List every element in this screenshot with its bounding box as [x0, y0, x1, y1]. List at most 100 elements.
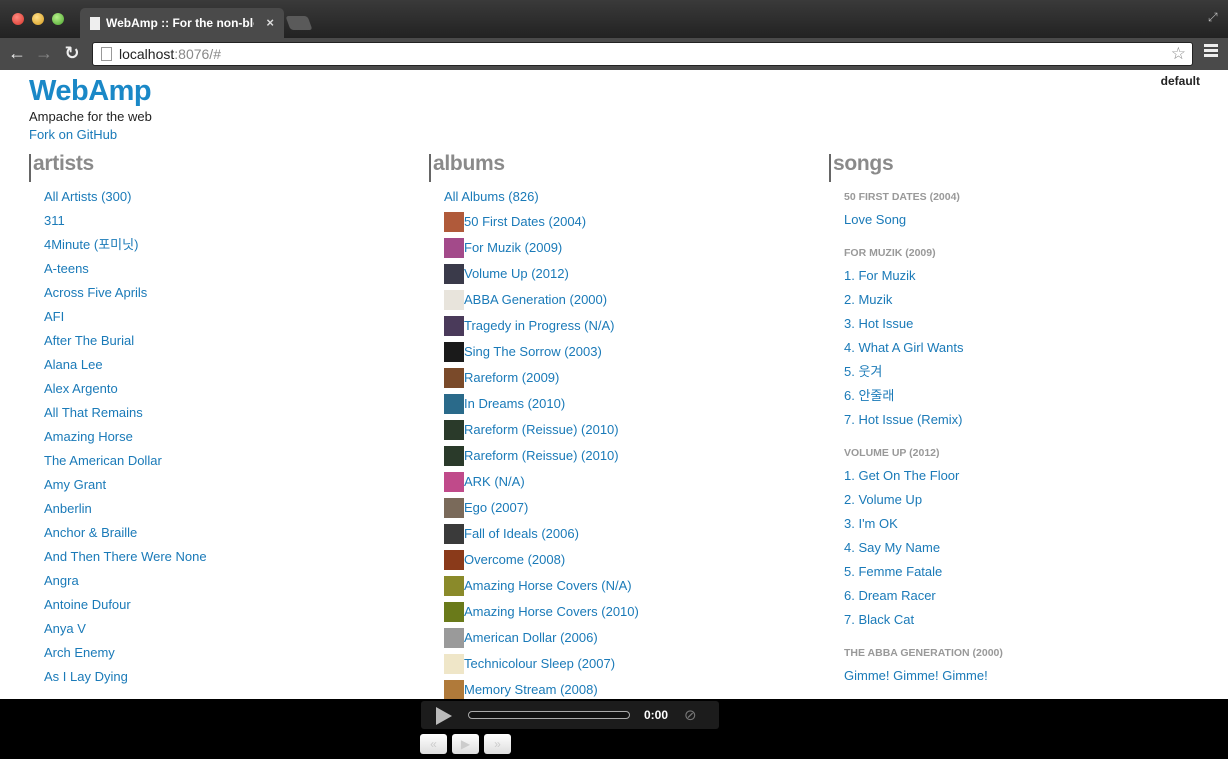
album-item[interactable]: Memory Stream (2008) [444, 680, 809, 699]
artist-item[interactable]: Across Five Aprils [44, 284, 409, 308]
artist-item[interactable]: Angra [44, 572, 409, 596]
hamburger-menu-icon[interactable] [1204, 44, 1218, 59]
artist-item[interactable]: A-teens [44, 260, 409, 284]
artist-item[interactable]: 311 [44, 212, 409, 236]
album-item[interactable]: Amazing Horse Covers (N/A) [444, 576, 809, 602]
song-item[interactable]: 4. What A Girl Wants [844, 339, 1209, 363]
song-item[interactable]: 2. Muzik [844, 291, 1209, 315]
album-item[interactable]: Fall of Ideals (2006) [444, 524, 809, 550]
album-cover-thumbnail [444, 628, 464, 648]
album-item[interactable]: ARK (N/A) [444, 472, 809, 498]
album-label: Tragedy in Progress (N/A) [464, 318, 615, 333]
artist-item[interactable]: 4Minute (포미닛) [44, 236, 409, 260]
album-label: Ego (2007) [464, 500, 529, 515]
back-arrow-icon[interactable]: ← [6, 42, 28, 64]
new-tab-button[interactable] [285, 16, 313, 30]
player-bar: 0:00 ⊘ « ▶ » [0, 699, 1228, 759]
album-item[interactable]: Amazing Horse Covers (2010) [444, 602, 809, 628]
artist-item[interactable]: AFI [44, 308, 409, 332]
artist-item[interactable]: Anya V [44, 620, 409, 644]
seek-bar[interactable] [468, 711, 630, 719]
next-track-button[interactable]: » [484, 734, 511, 754]
song-item[interactable]: 6. 안줄래 [844, 387, 1209, 411]
song-item[interactable]: 1. For Muzik [844, 267, 1209, 291]
song-item[interactable]: Gimme! Gimme! Gimme! [844, 667, 1209, 691]
album-cover-thumbnail [444, 316, 464, 336]
artist-item[interactable]: Antoine Dufour [44, 596, 409, 620]
album-item[interactable]: American Dollar (2006) [444, 628, 809, 654]
album-label: Technicolour Sleep (2007) [464, 656, 616, 671]
album-item[interactable]: In Dreams (2010) [444, 394, 809, 420]
song-item[interactable]: Love Song [844, 211, 1209, 235]
artist-item[interactable]: Anchor & Braille [44, 524, 409, 548]
album-item[interactable]: Sing The Sorrow (2003) [444, 342, 809, 368]
fork-on-github-link[interactable]: Fork on GitHub [29, 127, 117, 142]
artist-item[interactable]: And Then There Were None [44, 548, 409, 572]
song-item[interactable]: 5. Femme Fatale [844, 563, 1209, 587]
album-item[interactable]: Ego (2007) [444, 498, 809, 524]
album-cover-thumbnail [444, 342, 464, 362]
song-group-title: FOR MUZIK [844, 247, 903, 259]
album-item[interactable]: 50 First Dates (2004) [444, 212, 809, 238]
album-item[interactable]: Rareform (Reissue) (2010) [444, 446, 809, 472]
artist-item[interactable]: All That Remains [44, 404, 409, 428]
artist-item[interactable]: After The Burial [44, 332, 409, 356]
artist-item[interactable]: Amazing Horse [44, 428, 409, 452]
song-group-year: (2009) [905, 247, 936, 259]
all-albums-link[interactable]: All Albums (826) [444, 188, 809, 212]
song-item[interactable]: 7. Hot Issue (Remix) [844, 411, 1209, 435]
app-logo[interactable]: WebAmp [29, 75, 152, 108]
album-cover-thumbnail [444, 524, 464, 544]
bookmark-star-icon[interactable]: ☆ [1171, 44, 1186, 64]
album-item[interactable]: ABBA Generation (2000) [444, 290, 809, 316]
previous-track-button[interactable]: « [420, 734, 447, 754]
song-item[interactable]: 2. Volume Up [844, 491, 1209, 515]
artist-item[interactable]: As I Lay Dying [44, 668, 409, 692]
artist-item[interactable]: Amy Grant [44, 476, 409, 500]
window-minimize-button[interactable] [32, 13, 44, 25]
current-user[interactable]: default [1161, 74, 1200, 88]
song-item[interactable]: 7. Black Cat [844, 611, 1209, 635]
song-item[interactable]: 5. 웃겨 [844, 363, 1209, 387]
reload-icon[interactable]: ↻ [61, 42, 83, 64]
album-label: Fall of Ideals (2006) [464, 526, 579, 541]
album-item[interactable]: For Muzik (2009) [444, 238, 809, 264]
artist-item[interactable]: Alana Lee [44, 356, 409, 380]
artist-item[interactable]: Anberlin [44, 500, 409, 524]
album-label: Amazing Horse Covers (N/A) [464, 578, 632, 593]
song-group-header: VOLUME UP (2012) [844, 444, 1209, 467]
window-close-button[interactable] [12, 13, 24, 25]
album-item[interactable]: Rareform (Reissue) (2010) [444, 420, 809, 446]
album-item[interactable]: Technicolour Sleep (2007) [444, 654, 809, 680]
song-item[interactable]: 1. Get On The Floor [844, 467, 1209, 491]
page-content: WebAmp Ampache for the web Fork on GitHu… [0, 70, 1228, 699]
all-artists-link[interactable]: All Artists (300) [44, 188, 409, 212]
album-item[interactable]: Tragedy in Progress (N/A) [444, 316, 809, 342]
album-item[interactable]: Rareform (2009) [444, 368, 809, 394]
address-bar[interactable]: localhost:8076/# ☆ [92, 42, 1193, 66]
song-group-title: 50 FIRST DATES [844, 191, 927, 203]
album-item[interactable]: Overcome (2008) [444, 550, 809, 576]
song-group-header: FOR MUZIK (2009) [844, 244, 1209, 267]
artists-column: artists All Artists (300) 311 4Minute (포미닛… [29, 153, 409, 692]
album-cover-thumbnail [444, 420, 464, 440]
tab-close-icon[interactable]: × [266, 15, 274, 30]
play-button[interactable]: ▶ [452, 734, 479, 754]
album-item[interactable]: Volume Up (2012) [444, 264, 809, 290]
song-item[interactable]: 3. Hot Issue [844, 315, 1209, 339]
song-item[interactable]: 3. I'm OK [844, 515, 1209, 539]
album-cover-thumbnail [444, 472, 464, 492]
song-item[interactable]: 6. Dream Racer [844, 587, 1209, 611]
album-label: ABBA Generation (2000) [464, 292, 608, 307]
fullscreen-icon[interactable]: ⤢ [1208, 10, 1220, 24]
play-icon[interactable] [436, 707, 452, 725]
artist-item[interactable]: Alex Argento [44, 380, 409, 404]
browser-tab-active[interactable]: WebAmp :: For the non-blocking × [80, 8, 284, 38]
artist-item[interactable]: The American Dollar [44, 452, 409, 476]
artist-item[interactable]: Arch Enemy [44, 644, 409, 668]
window-zoom-button[interactable] [52, 13, 64, 25]
forward-arrow-icon[interactable]: → [33, 42, 55, 64]
song-item[interactable]: 4. Say My Name [844, 539, 1209, 563]
album-label: Volume Up (2012) [464, 266, 569, 281]
mute-icon[interactable]: ⊘ [684, 706, 697, 724]
